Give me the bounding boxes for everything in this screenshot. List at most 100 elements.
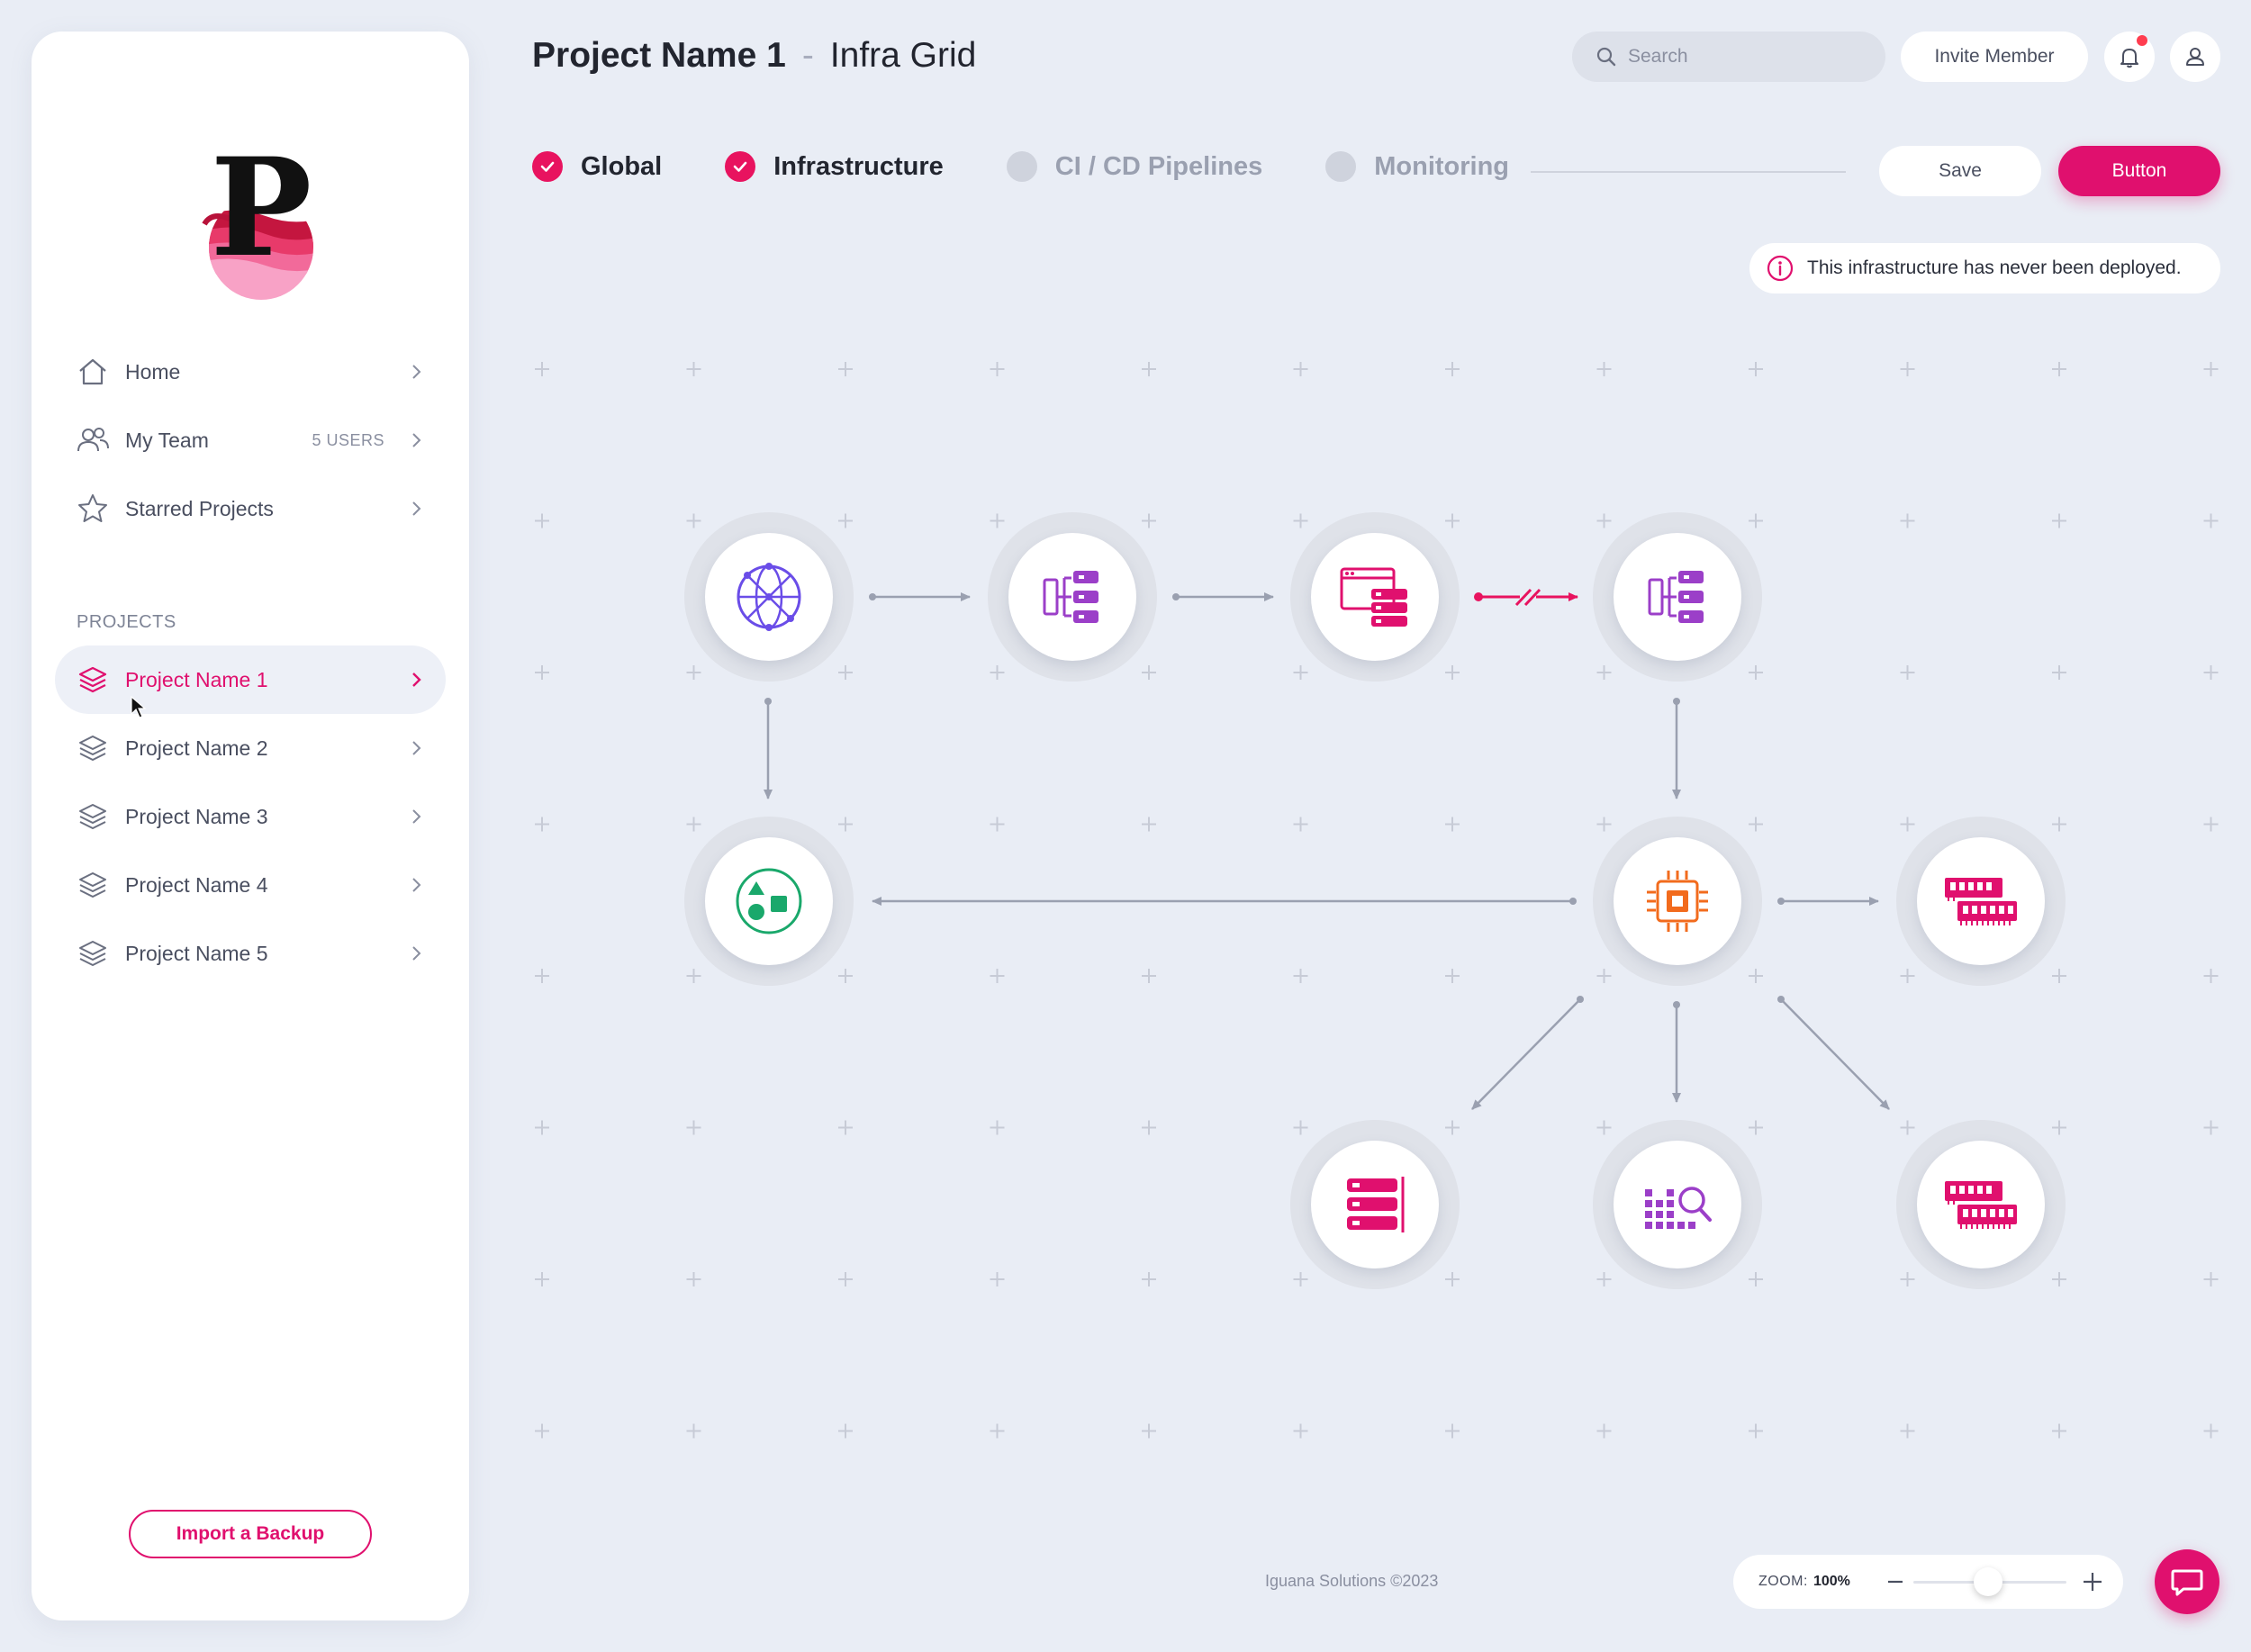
progress-steps: Global Infrastructure CI / CD Pipelines … <box>532 151 1572 182</box>
grid-cross <box>1293 665 1308 680</box>
sidebar-project-4[interactable]: Project Name 4 <box>55 851 446 919</box>
zoom-label: ZOOM: <box>1758 1574 1808 1589</box>
chevron-right-icon <box>412 741 421 755</box>
shapes-icon <box>736 868 802 934</box>
company-logo: P <box>202 129 313 300</box>
step-infrastructure[interactable]: Infrastructure <box>725 151 944 182</box>
node-network[interactable] <box>684 512 854 682</box>
node-storage[interactable] <box>1290 1120 1460 1289</box>
connector <box>872 897 1577 906</box>
chat-bubble-icon <box>2171 1569 2203 1596</box>
zoom-slider-thumb[interactable] <box>1974 1567 2002 1596</box>
sidebar-project-5[interactable]: Project Name 5 <box>55 919 446 988</box>
connector <box>869 592 971 601</box>
zoom-in-icon[interactable] <box>2080 1569 2105 1594</box>
grid-cross <box>2203 362 2219 376</box>
notice-text: This infrastructure has never been deplo… <box>1807 257 2182 278</box>
grid-cross <box>838 1272 853 1286</box>
grid-cross <box>838 817 853 832</box>
grid-cross <box>686 362 701 376</box>
star-icon <box>75 491 111 527</box>
step-monitoring[interactable]: Monitoring <box>1325 151 1509 182</box>
grid-cross <box>1293 513 1308 528</box>
sidebar: P Home My Team 5 USERS Starred Projects … <box>32 32 469 1620</box>
pending-dot-icon <box>1325 151 1357 182</box>
sidebar-item-label: My Team <box>125 428 209 452</box>
node-shapes[interactable] <box>684 817 854 986</box>
svg-text:P: P <box>211 129 312 287</box>
node-orchestrator-1[interactable] <box>988 512 1157 682</box>
grid-cross <box>1142 1272 1156 1286</box>
pending-dot-icon <box>1006 151 1037 182</box>
window-server-icon <box>1340 567 1407 627</box>
grid-cross <box>686 665 701 680</box>
projects-list: Project Name 1 Project Name 2 Project Na… <box>55 645 446 988</box>
grid-cross <box>838 665 853 680</box>
node-cpu[interactable] <box>1593 817 1762 986</box>
grid-cross <box>990 1423 1005 1439</box>
server-rack-icon <box>1347 1177 1405 1232</box>
grid-cross <box>535 1423 549 1439</box>
grid-cross <box>2052 362 2066 376</box>
node-web-server[interactable] <box>1290 512 1460 682</box>
grid-cross <box>686 969 701 983</box>
node-body <box>1614 533 1741 661</box>
sidebar-project-1[interactable]: Project Name 1 <box>55 645 446 714</box>
step-global[interactable]: Global <box>532 151 662 182</box>
grid-cross <box>990 969 1005 983</box>
grid-cross <box>2052 1120 2066 1135</box>
sidebar-project-3[interactable]: Project Name 3 <box>55 782 446 851</box>
grid-cross <box>1749 665 1763 680</box>
user-profile-button[interactable] <box>2170 32 2220 82</box>
sidebar-item-home[interactable]: Home <box>55 338 446 406</box>
grid-cross <box>535 817 549 832</box>
grid-cross <box>2203 513 2219 528</box>
chat-button[interactable] <box>2155 1549 2219 1614</box>
grid-cross <box>686 1272 701 1286</box>
page-name: Infra Grid <box>829 36 977 75</box>
grid-cross <box>1293 969 1308 983</box>
zoom-out-icon[interactable] <box>1885 1571 1906 1593</box>
grid-cross <box>1900 969 1915 983</box>
team-count-badge: 5 USERS <box>312 430 384 449</box>
grid-cross <box>1142 513 1156 528</box>
save-button[interactable]: Save <box>1879 146 2041 196</box>
primary-button[interactable]: Button <box>2058 146 2220 196</box>
grid-cross <box>535 665 549 680</box>
chevron-right-icon <box>412 433 421 447</box>
step-label: Monitoring <box>1374 151 1510 181</box>
import-backup-button[interactable]: Import a Backup <box>129 1510 372 1558</box>
grid-cross <box>535 969 549 983</box>
layers-icon <box>75 935 111 971</box>
step-ci-cd-pipelines[interactable]: CI / CD Pipelines <box>1006 151 1262 182</box>
zoom-control: ZOOM: 100% <box>1733 1555 2123 1609</box>
chevron-right-icon <box>412 809 421 824</box>
sidebar-item-my-team[interactable]: My Team 5 USERS <box>55 406 446 474</box>
grid-cross <box>1142 665 1156 680</box>
node-ram-1[interactable] <box>1896 817 2066 986</box>
node-ram-2[interactable] <box>1896 1120 2066 1289</box>
grid-cross <box>1596 513 1612 528</box>
node-body <box>1614 837 1741 965</box>
grid-cross <box>2052 969 2066 983</box>
grid-cross <box>838 1120 853 1135</box>
grid-cross <box>990 665 1005 680</box>
grid-cross <box>990 362 1005 376</box>
grid-cross <box>1900 817 1915 832</box>
check-icon <box>532 151 563 182</box>
step-label: Global <box>581 151 663 181</box>
project-label: Project Name 4 <box>125 872 268 897</box>
invite-member-button[interactable]: Invite Member <box>1901 32 2088 82</box>
sidebar-project-2[interactable]: Project Name 2 <box>55 714 446 782</box>
connector <box>1471 996 1584 1110</box>
notifications-button[interactable] <box>2104 32 2155 82</box>
grid-cross <box>2203 969 2219 983</box>
sidebar-item-starred-projects[interactable]: Starred Projects <box>55 474 446 543</box>
node-analytics[interactable] <box>1593 1120 1762 1289</box>
search-input[interactable]: Search <box>1572 32 1885 82</box>
node-orchestrator-2[interactable] <box>1593 512 1762 682</box>
grid-cross <box>1596 969 1612 983</box>
grid-cross <box>1749 817 1763 832</box>
grid-cross <box>1445 969 1460 983</box>
connector <box>1777 996 1890 1110</box>
